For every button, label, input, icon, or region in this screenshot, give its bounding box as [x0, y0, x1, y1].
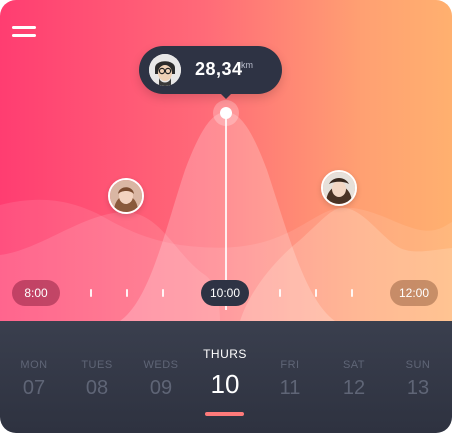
timeline-tick — [90, 289, 92, 297]
day-name: THURS — [203, 347, 247, 361]
day-date: 08 — [85, 377, 109, 399]
day-name: MON — [20, 359, 48, 371]
day-selector-bar: MON 07 TUES 08 WEDS 09 THURS 10 FRI 11 S… — [0, 321, 452, 433]
day-name: SUN — [405, 359, 431, 371]
user-avatar-icon[interactable] — [149, 54, 181, 86]
peak-dot[interactable] — [220, 107, 232, 119]
friend-avatar-right[interactable] — [321, 170, 357, 206]
distance-unit: km — [241, 60, 253, 70]
day-date: 09 — [149, 377, 173, 399]
day-name: TUES — [81, 359, 113, 371]
day-name: WEDS — [143, 359, 179, 371]
day-name: SAT — [342, 359, 366, 371]
day-date: 13 — [406, 377, 430, 399]
timeline-tick — [126, 289, 128, 297]
timeline-tick — [162, 289, 164, 297]
distance-tooltip: 28,34 km — [139, 46, 282, 99]
time-pill-selected[interactable]: 10:00 — [201, 280, 249, 306]
timeline-tick — [315, 289, 317, 297]
selected-day-indicator — [205, 412, 244, 416]
activity-chart-area: 28,34 km 8:00 10:00 12:00 — [0, 0, 452, 321]
day-name: FRI — [280, 359, 300, 371]
time-pill-end[interactable]: 12:00 — [390, 280, 438, 306]
distance-value: 28,34 — [195, 59, 243, 79]
day-date: 10 — [210, 369, 240, 399]
activity-card: 28,34 km 8:00 10:00 12:00 MON 07 TUES 08… — [0, 0, 452, 433]
day-date: 12 — [342, 377, 366, 399]
hamburger-menu-icon[interactable] — [12, 24, 38, 40]
friend-avatar-left[interactable] — [108, 178, 144, 214]
timeline-tick — [351, 289, 353, 297]
time-pill-start[interactable]: 8:00 — [12, 280, 60, 306]
timeline-tick — [279, 289, 281, 297]
day-date: 11 — [279, 377, 301, 399]
day-date: 07 — [22, 377, 46, 399]
